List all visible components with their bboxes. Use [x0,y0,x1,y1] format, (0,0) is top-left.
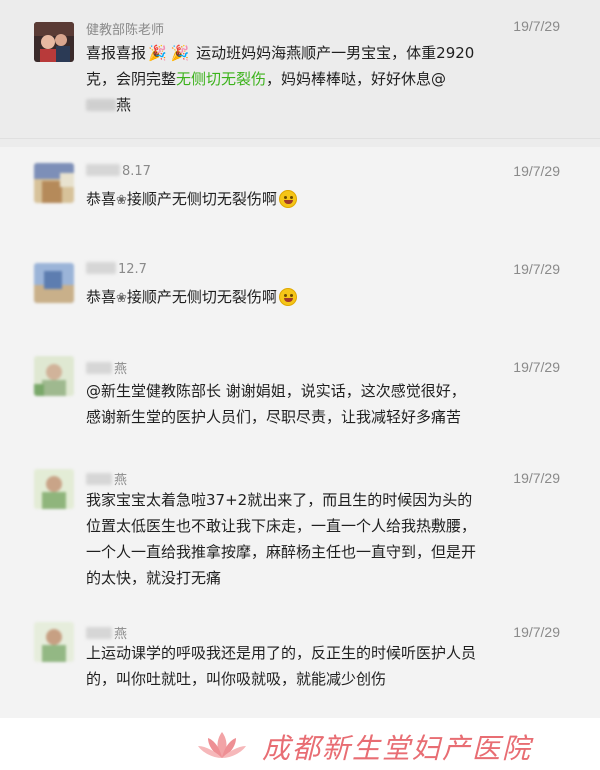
message-text: 我家宝宝太着急啦37+2就出来了，而且生的时候因为头的位置太低医生也不敢让我下床… [86,491,477,587]
redacted-name [86,164,120,176]
avatar[interactable] [34,163,74,203]
list-item: 12.7 19/7/29 恭喜❀接顺产无侧切无裂伤啊 [0,247,600,344]
avatar[interactable] [34,22,74,62]
party-popper-icon: 🎉 [148,44,167,62]
party-popper-icon: 🎉 [170,44,190,62]
list-item: 8.17 19/7/29 恭喜❀接顺产无侧切无裂伤啊 [0,147,600,247]
highlight-text: 无侧切无裂伤 [176,70,267,88]
avatar[interactable] [34,263,74,303]
flower-icon: ❀ [116,291,127,306]
avatar[interactable] [34,469,74,509]
avatar-photo [34,622,74,662]
redacted-name [86,99,116,111]
author-name: 12.7 [86,262,147,277]
message-text: 恭喜❀接顺产无侧切无裂伤啊 [86,284,486,312]
flower-icon: ❀ [116,193,127,208]
avatar-photo [34,263,74,303]
redacted-name [86,362,112,374]
avatar[interactable] [34,622,74,662]
avatar-photo [34,22,74,62]
author-name: 燕 [86,469,127,488]
post-date: 19/7/29 [513,624,560,640]
author-name: 燕 [86,358,127,377]
post-date: 19/7/29 [513,261,560,277]
author-name: 8.17 [86,164,151,179]
grin-emoji-icon [278,288,297,306]
avatar[interactable] [34,356,74,396]
grin-emoji-icon [278,190,297,208]
message-text: 上运动课学的呼吸我还是用了的，反正生的时候听医护人员的，叫你吐就吐，叫你吸就吸，… [86,644,477,688]
list-item: 燕 19/7/29 上运动课学的呼吸我还是用了的，反正生的时候听医护人员的，叫你… [0,605,600,718]
post-date: 19/7/29 [513,18,560,34]
post-date: 19/7/29 [513,470,560,486]
message-text: 喜报喜报 🎉 🎉 运动班妈妈海燕顺产一男宝宝，体重2920克，会阴完整无侧切无裂伤，… [86,40,486,118]
avatar-photo [34,469,74,509]
post-date: 19/7/29 [513,163,560,179]
list-item: 燕 19/7/29 我家宝宝太着急啦37+2就出来了，而且生的时候因为头的位置太… [0,452,600,605]
message-text: 恭喜❀接顺产无侧切无裂伤啊 [86,186,486,214]
avatar-photo [34,163,74,203]
divider [0,138,600,139]
list-item: 健教部陈老师 19/7/29 喜报喜报 🎉 🎉 运动班妈妈海燕顺产一男宝宝，体重29… [0,0,600,138]
comment-feed: 健教部陈老师 19/7/29 喜报喜报 🎉 🎉 运动班妈妈海燕顺产一男宝宝，体重29… [0,0,600,718]
brand-name: 成都新生堂妇产医院 [262,732,533,765]
lotus-logo-icon [198,732,246,758]
list-item: 燕 19/7/29 @新生堂健教陈部长 谢谢娟姐，说实话，这次感觉很好，感谢新生… [0,344,600,452]
redacted-name [86,627,112,639]
message-text: @新生堂健教陈部长 谢谢娟姐，说实话，这次感觉很好，感谢新生堂的医护人员们，尽职… [86,382,466,426]
author-name: 健教部陈老师 [86,23,165,38]
redacted-name [86,262,116,274]
avatar-photo [34,356,74,396]
redacted-name [86,473,112,485]
post-date: 19/7/29 [513,359,560,375]
